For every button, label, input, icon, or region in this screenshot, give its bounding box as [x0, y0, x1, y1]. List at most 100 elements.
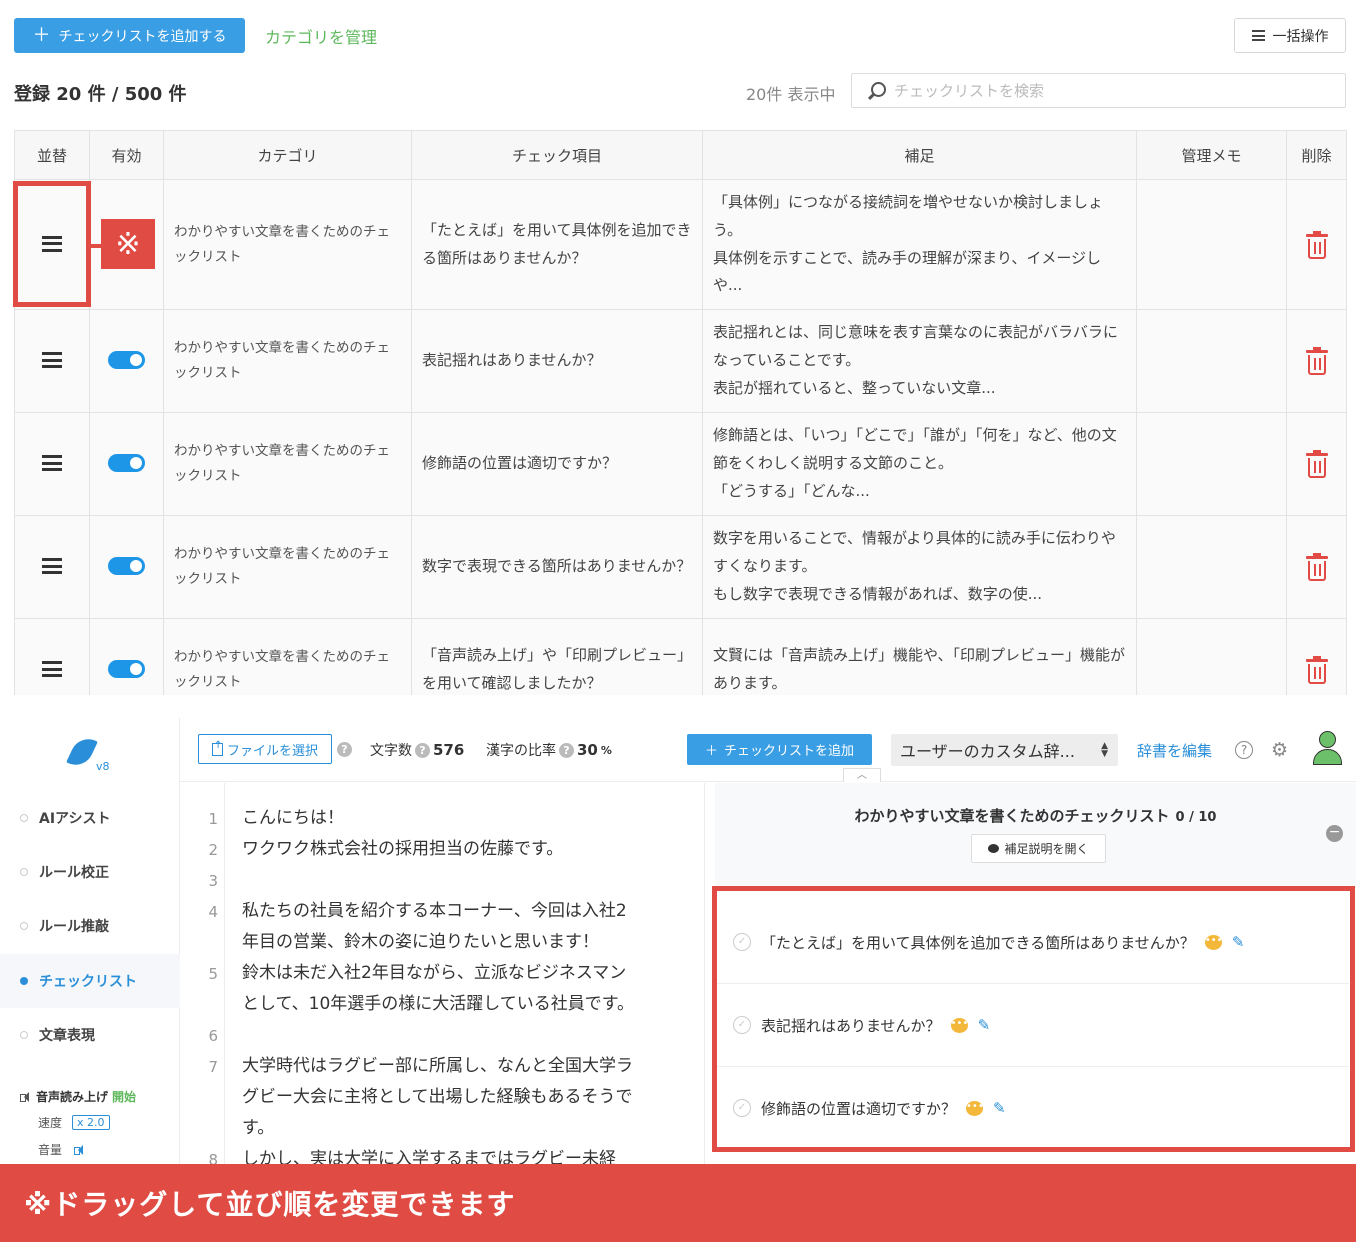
- nav-rule-refine[interactable]: ルール推敲: [0, 899, 180, 953]
- char-count: 文字数 ? 576: [370, 740, 464, 760]
- select-file-button[interactable]: ファイルを選択: [198, 734, 332, 764]
- editor-line: 大学時代はラグビー部に所属し、なんと全国大学ラ: [242, 1056, 633, 1076]
- question-circle-icon[interactable]: ?: [1235, 741, 1253, 759]
- enabled-toggle[interactable]: [108, 557, 145, 576]
- delete-cell: [1286, 515, 1347, 619]
- tts-start-link[interactable]: 開始: [112, 1088, 136, 1105]
- category-cell: わかりやすい文章を書くためのチェックリスト: [163, 412, 412, 516]
- check-circle-icon[interactable]: ✓: [733, 933, 751, 951]
- help-icon[interactable]: ?: [415, 742, 430, 758]
- help-icon[interactable]: ?: [337, 742, 352, 757]
- speed-value[interactable]: x 2.0: [72, 1115, 110, 1130]
- plus-icon: ＋: [704, 744, 718, 759]
- table-row: わかりやすい文章を書くためのチェックリスト 修飾語の位置は適切ですか？ 修飾語と…: [14, 412, 1347, 516]
- drag-handle[interactable]: [14, 618, 90, 695]
- gear-icon[interactable]: ⚙: [1271, 740, 1291, 760]
- checklist-item[interactable]: ✓ 修飾語の位置は適切ですか？ ••• ✎: [715, 1067, 1349, 1150]
- sidebar: v8 AIアシスト ルール校正 ルール推敲 チェックリスト 文章表現 音声読み上…: [0, 718, 180, 1164]
- trash-icon[interactable]: [1305, 656, 1328, 684]
- pencil-icon[interactable]: ✎: [978, 1016, 991, 1034]
- drag-handle-icon: [42, 352, 62, 369]
- line-number: 4: [208, 903, 218, 921]
- add-checklist-small-label: チェックリストを追加: [724, 744, 855, 759]
- text-editor[interactable]: 1 こんにちは！ 2 ワクワク株式会社の採用担当の佐藤です。 3 4 私たちの社員を紹…: [180, 783, 705, 1164]
- editor-line: こんにちは！: [242, 808, 344, 828]
- editor-line: 私たちの社員を紹介する本コーナー、今回は入社2: [242, 901, 627, 921]
- edit-dictionary-link[interactable]: 辞書を編集: [1137, 740, 1212, 761]
- comment-icon[interactable]: •••: [966, 1100, 984, 1116]
- avatar[interactable]: [1311, 731, 1343, 767]
- list-icon: [1251, 30, 1265, 41]
- collapse-minus-icon[interactable]: −: [1326, 825, 1343, 842]
- add-checklist-button[interactable]: ＋ チェックリストを追加する: [14, 18, 245, 53]
- drag-handle-icon: [42, 661, 62, 678]
- nav-label: 文章表現: [39, 1028, 95, 1044]
- char-count-value: 576: [433, 741, 465, 759]
- add-checklist-label: チェックリストを追加する: [58, 28, 227, 45]
- drag-handle[interactable]: [14, 309, 90, 413]
- speech-bubble-icon: [988, 844, 1000, 853]
- note-text: 文賢には「音声読み上げ」機能や、「印刷プレビュー」機能があります。: [713, 646, 1126, 692]
- enabled-toggle[interactable]: [108, 351, 145, 370]
- bulk-actions-button[interactable]: 一括操作: [1234, 18, 1346, 53]
- volume-row: 音量: [38, 1141, 86, 1158]
- col-check-item: チェック項目: [411, 130, 703, 180]
- checklist-admin-panel: ＋ チェックリストを追加する カテゴリを管理 一括操作 登録 20 件 / 50…: [0, 0, 1356, 695]
- add-checklist-button-small[interactable]: ＋ チェックリストを追加: [687, 734, 872, 765]
- check-circle-icon[interactable]: ✓: [733, 1099, 751, 1117]
- nav-checklist[interactable]: チェックリスト: [0, 954, 180, 1008]
- check-item-cell: 「たとえば」を用いて具体例を追加できる箇所はありませんか？: [411, 179, 703, 310]
- checklist-item[interactable]: ✓ 「たとえば」を用いて具体例を追加できる箇所はありませんか？ ••• ✎: [715, 901, 1349, 984]
- search-icon: [866, 81, 886, 101]
- table-header: 並替 有効 カテゴリ チェック項目 補足 管理メモ 削除: [14, 130, 1347, 180]
- enabled-toggle[interactable]: [108, 454, 145, 473]
- enabled-cell: [89, 515, 164, 619]
- volume-icon[interactable]: [74, 1144, 86, 1155]
- drag-handle-icon: [42, 558, 62, 575]
- nav-ai-assist[interactable]: AIアシスト: [0, 791, 180, 845]
- bulk-actions-label: 一括操作: [1272, 28, 1329, 45]
- editor-line: す。: [242, 1118, 275, 1138]
- checklist-item[interactable]: ✓ 表記揺れはありませんか？ ••• ✎: [715, 984, 1349, 1067]
- comment-icon[interactable]: •••: [1204, 934, 1223, 950]
- open-notes-button[interactable]: 補足説明を開く: [971, 834, 1106, 863]
- table-row: わかりやすい文章を書くためのチェックリスト 表記揺れはありませんか？ 表記揺れと…: [14, 309, 1347, 413]
- checklist-panel-header: わかりやすい文章を書くためのチェックリスト 0 / 10 補足説明を開く −: [715, 783, 1356, 888]
- tts-label: 音声読み上げ: [36, 1090, 109, 1104]
- trash-icon[interactable]: [1305, 230, 1328, 259]
- trash-icon[interactable]: [1305, 553, 1328, 581]
- callout-connector: [88, 244, 102, 248]
- pencil-icon[interactable]: ✎: [993, 1099, 1006, 1117]
- nav-rule-check[interactable]: ルール校正: [0, 845, 180, 899]
- leaf-logo-icon: [66, 733, 98, 771]
- category-cell: わかりやすい文章を書くためのチェックリスト: [163, 179, 412, 310]
- drag-handle[interactable]: [14, 179, 90, 310]
- callout-mark: ※: [101, 219, 155, 269]
- drag-handle[interactable]: [14, 515, 90, 619]
- nav-expression[interactable]: 文章表現: [0, 1008, 180, 1062]
- trash-icon[interactable]: [1305, 450, 1328, 478]
- gutter-divider: [224, 783, 225, 1164]
- version-label: v8: [96, 760, 110, 773]
- dictionary-select[interactable]: ユーザーのカスタム辞... ▲ ▼: [891, 734, 1118, 766]
- select-arrows-icon: ▲ ▼: [1101, 741, 1108, 759]
- line-number: 2: [208, 841, 218, 859]
- nav-dot-icon: [20, 977, 28, 985]
- checklist-item-text: 「たとえば」を用いて具体例を追加できる箇所はありませんか？: [761, 933, 1195, 952]
- manage-category-link[interactable]: カテゴリを管理: [265, 24, 377, 48]
- check-circle-icon[interactable]: ✓: [733, 1016, 751, 1034]
- comment-icon[interactable]: •••: [950, 1017, 968, 1033]
- kanji-ratio-unit: %: [600, 743, 612, 757]
- drag-handle[interactable]: [14, 412, 90, 516]
- check-item-cell: 「音声読み上げ」や「印刷プレビュー」を用いて確認しましたか？: [411, 618, 703, 695]
- trash-icon[interactable]: [1305, 347, 1328, 375]
- pencil-icon[interactable]: ✎: [1232, 933, 1245, 951]
- nav-dot-icon: [20, 1031, 28, 1039]
- checklist-search-input[interactable]: チェックリストを検索: [851, 73, 1346, 108]
- help-icon[interactable]: ?: [559, 742, 574, 758]
- check-item-cell: 数字で表現できる箇所はありませんか？: [411, 515, 703, 619]
- note-text: 数字を用いることで、情報がより具体的に読み手に伝わりやすくなります。 もし数字で…: [713, 529, 1116, 603]
- collapse-toolbar-tab[interactable]: ︿: [843, 768, 881, 782]
- enabled-toggle[interactable]: [108, 660, 145, 679]
- line-number: 8: [208, 1151, 218, 1164]
